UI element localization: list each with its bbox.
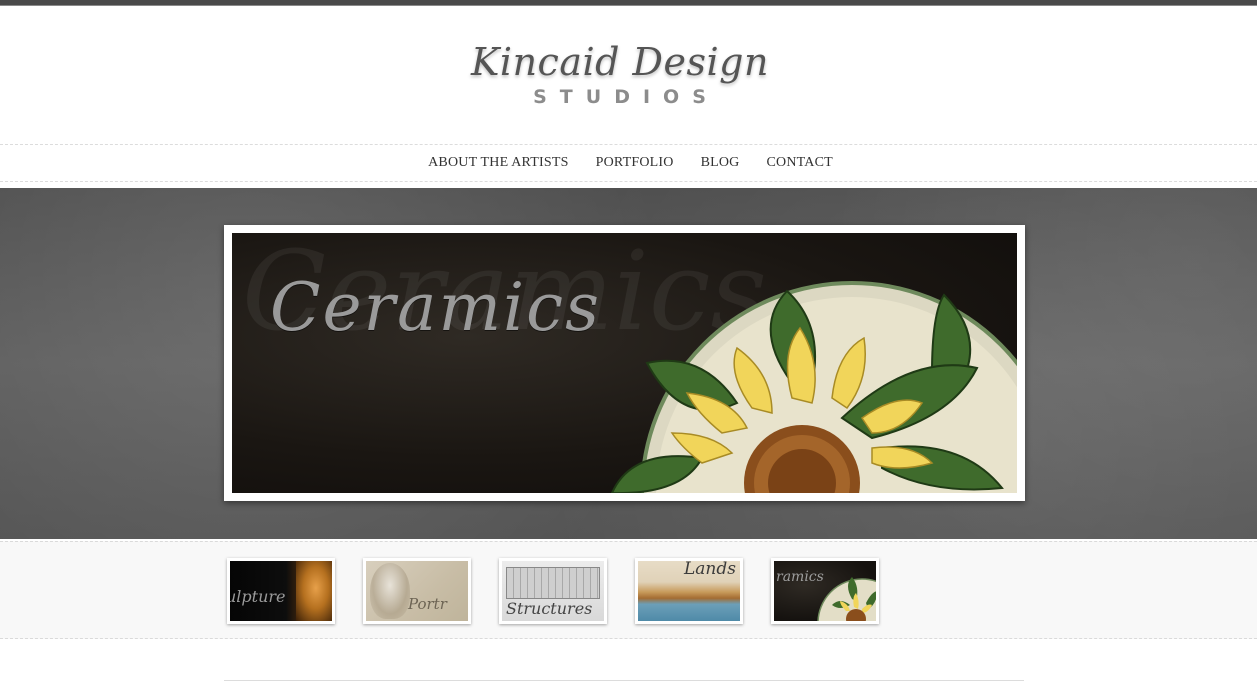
logo-script-text: Kincaid Design (471, 40, 769, 84)
nav-item-contact[interactable]: CONTACT (767, 155, 833, 171)
thumbnail-label: Portr (408, 595, 447, 613)
thumbnail-strip: ulpture Portr Structures Lands ramics (0, 541, 1257, 639)
thumbnail-label: ulpture (230, 587, 286, 606)
hero-slide-image: Ceramics Ceramics (232, 233, 1017, 493)
nav-item-blog[interactable]: BLOG (701, 155, 740, 171)
thumbnail-image: Lands (638, 561, 740, 621)
site-logo[interactable]: Kincaid Design STUDIOS (420, 38, 820, 118)
logo-sub-text: STUDIOS (533, 86, 719, 108)
thumbnail-label: ramics (776, 569, 824, 585)
thumbnail-image: ulpture (230, 561, 332, 621)
hero-title: Ceramics (270, 269, 601, 346)
thumbnail-structures[interactable]: Structures (499, 558, 607, 624)
thumbnail-landscapes[interactable]: Lands (635, 558, 743, 624)
thumbnail-sculpture[interactable]: ulpture (227, 558, 335, 624)
sculpture-face-image (296, 561, 332, 621)
top-bar (0, 0, 1257, 6)
hero-slide-frame[interactable]: Ceramics Ceramics (224, 225, 1025, 501)
content-divider (224, 680, 1024, 681)
nav-item-about-the-artists[interactable]: ABOUT THE ARTISTS (428, 155, 569, 171)
main-nav: ABOUT THE ARTISTS PORTFOLIO BLOG CONTACT (0, 144, 1257, 182)
nav-item-portfolio[interactable]: PORTFOLIO (596, 155, 674, 171)
thumbnail-label: Lands (684, 561, 736, 579)
thumbnail-image: ramics (774, 561, 876, 621)
thumbnail-label: Structures (506, 599, 593, 618)
thumbnail-portraits[interactable]: Portr (363, 558, 471, 624)
hero-slider: Ceramics Ceramics (0, 188, 1257, 539)
thumbnail-image: Structures (502, 561, 604, 621)
building-sketch-image (506, 567, 600, 599)
thumbnail-ceramics[interactable]: ramics (771, 558, 879, 624)
thumbnail-image: Portr (366, 561, 468, 621)
portrait-sketch-image (370, 563, 410, 619)
